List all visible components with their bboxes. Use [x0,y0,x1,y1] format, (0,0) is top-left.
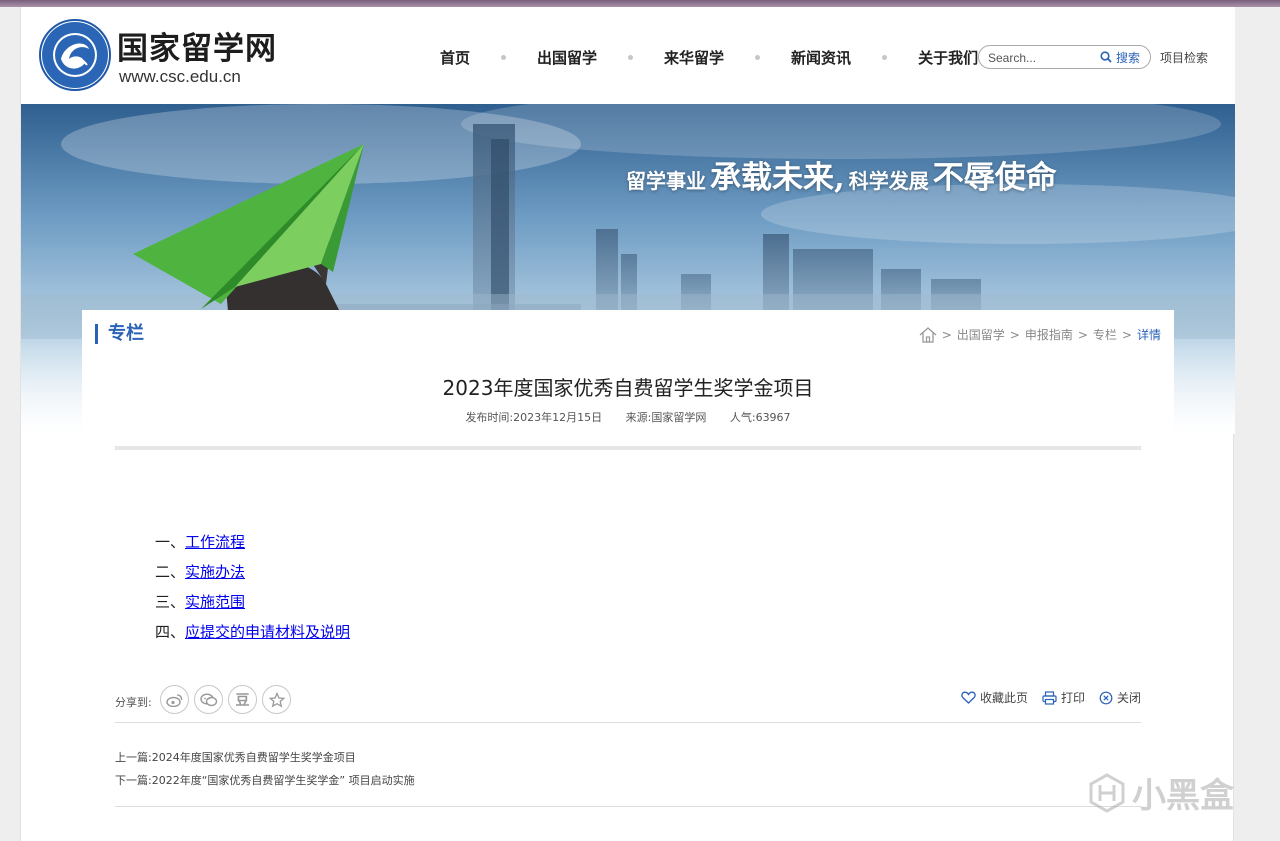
bookmark-label: 收藏此页 [979,691,1028,705]
breadcrumb-item-study-abroad[interactable]: 出国留学 [957,326,1005,343]
share-label: 分享到: [115,696,152,709]
toc-item: 二、实施办法 [155,561,350,591]
share-bar: 分享到: 豆 收藏此页 打印 关闭 [115,683,1141,717]
next-article-link[interactable]: 下一篇:2022年度“国家优秀自费留学生奖学金” 项目启动实施 [115,769,415,792]
heybox-watermark: 小黑盒 [1088,768,1234,817]
site-logo-chinese: 国家留学网 [117,31,277,67]
toc-number: 二、 [155,563,186,581]
nav-separator [501,54,507,60]
search-input[interactable] [988,49,1093,66]
slogan-part-2: 承载未来, [710,160,845,196]
share-divider [115,722,1141,723]
page-container: 国家留学网 www.csc.edu.cn 首页 出国留学 来华留学 新闻资讯 关… [20,7,1235,841]
column-title: 专栏 [95,324,144,344]
nav-item-study-in-china[interactable]: 来华留学 [653,47,735,68]
nav-item-about[interactable]: 关于我们 [907,47,989,68]
search-button-label: 搜索 [1116,50,1141,65]
slogan-part-3: 科学发展 [848,169,929,193]
printer-icon [1042,690,1057,705]
heart-icon [961,691,976,704]
site-header: 国家留学网 www.csc.edu.cn 首页 出国留学 来华留学 新闻资讯 关… [21,7,1235,104]
toc-link-workflow[interactable]: 工作流程 [185,533,245,551]
prev-article-link[interactable]: 上一篇:2024年度国家优秀自费留学生奖学金项目 [115,746,415,769]
article-meta: 发布时间:2023年12月15日 来源:国家留学网 人气:63967 [82,409,1174,425]
share-weibo-button[interactable] [160,685,189,714]
toc-number: 三、 [155,593,186,611]
toc-number: 一、 [155,533,186,551]
slogan-part-4: 不辱使命 [932,160,1057,196]
footer-divider [115,806,1141,807]
view-count: 人气:63967 [729,411,791,424]
share-douban-button[interactable]: 豆 [228,685,257,714]
print-button[interactable]: 打印 [1042,689,1085,706]
share-wechat-button[interactable] [194,685,223,714]
toc-link-materials[interactable]: 应提交的申请材料及说明 [185,623,350,641]
breadcrumb-separator: > [941,327,952,342]
search-button[interactable]: 搜索 [1100,48,1140,66]
publish-time: 发布时间:2023年12月15日 [465,411,603,424]
main-nav: 首页 出国留学 来华留学 新闻资讯 关于我们 [429,45,1034,69]
toc-item: 四、应提交的申请材料及说明 [155,621,350,651]
toc-link-scope[interactable]: 实施范围 [185,593,245,611]
article-title: 2023年度国家优秀自费留学生奖学金项目 [442,376,814,400]
toc-item: 一、工作流程 [155,531,350,561]
slogan-part-1: 留学事业 [626,169,706,193]
breadcrumb: > 出国留学 > 申报指南 > 专栏 > 详情 [919,326,1161,343]
print-label: 打印 [1060,691,1085,705]
article-container: 专栏 > 出国留学 > 申报指南 > 专栏 > 详情 2023年度国家优秀自费留… [82,310,1174,841]
weibo-icon [166,693,183,707]
close-label: 关闭 [1116,691,1141,705]
toc-item: 三、实施范围 [155,591,350,621]
article-source: 来源:国家留学网 [625,411,707,424]
page-tools: 收藏此页 打印 关闭 [947,689,1141,706]
nav-item-home[interactable]: 首页 [429,47,481,68]
nav-separator [882,54,888,60]
nav-separator [755,54,761,60]
bookmark-button[interactable]: 收藏此页 [961,689,1028,706]
title-divider [115,446,1141,450]
home-icon[interactable] [919,326,937,343]
banner-slogan: 留学事业 承载未来, 科学发展 不辱使命 [626,152,1057,197]
breadcrumb-item-application-guide[interactable]: 申报指南 [1025,326,1073,343]
breadcrumb-item-column[interactable]: 专栏 [1093,326,1117,343]
site-logo-url: www.csc.edu.cn [119,67,241,86]
site-logo[interactable]: 国家留学网 www.csc.edu.cn [39,19,279,93]
breadcrumb-separator: > [1077,327,1088,342]
douban-icon: 豆 [235,692,250,709]
article-toc: 一、工作流程 二、实施办法 三、实施范围 四、应提交的申请材料及说明 [155,531,350,651]
favorite-star-icon [268,691,285,708]
close-button[interactable]: 关闭 [1099,689,1141,706]
share-favorite-button[interactable] [262,685,291,714]
nav-item-study-abroad[interactable]: 出国留学 [526,47,608,68]
nav-item-news[interactable]: 新闻资讯 [780,47,862,68]
prev-next-nav: 上一篇:2024年度国家优秀自费留学生奖学金项目 下一篇:2022年度“国家优秀… [115,746,415,792]
close-icon [1099,691,1113,704]
project-search-link[interactable]: 项目检索 [1160,49,1208,66]
watermark-text: 小黑盒 [1132,776,1234,816]
breadcrumb-separator: > [1009,327,1020,342]
window-top-strip [0,0,1280,7]
search-box: 搜索 [978,45,1151,69]
breadcrumb-separator: > [1121,327,1132,342]
nav-separator [628,54,634,60]
toc-number: 四、 [155,623,186,641]
csc-emblem-icon [39,19,111,91]
wechat-icon [199,692,217,706]
heybox-logo-icon [1089,772,1125,813]
search-icon [1100,51,1112,63]
breadcrumb-current: 详情 [1136,328,1161,342]
toc-link-implementation[interactable]: 实施办法 [185,563,245,581]
